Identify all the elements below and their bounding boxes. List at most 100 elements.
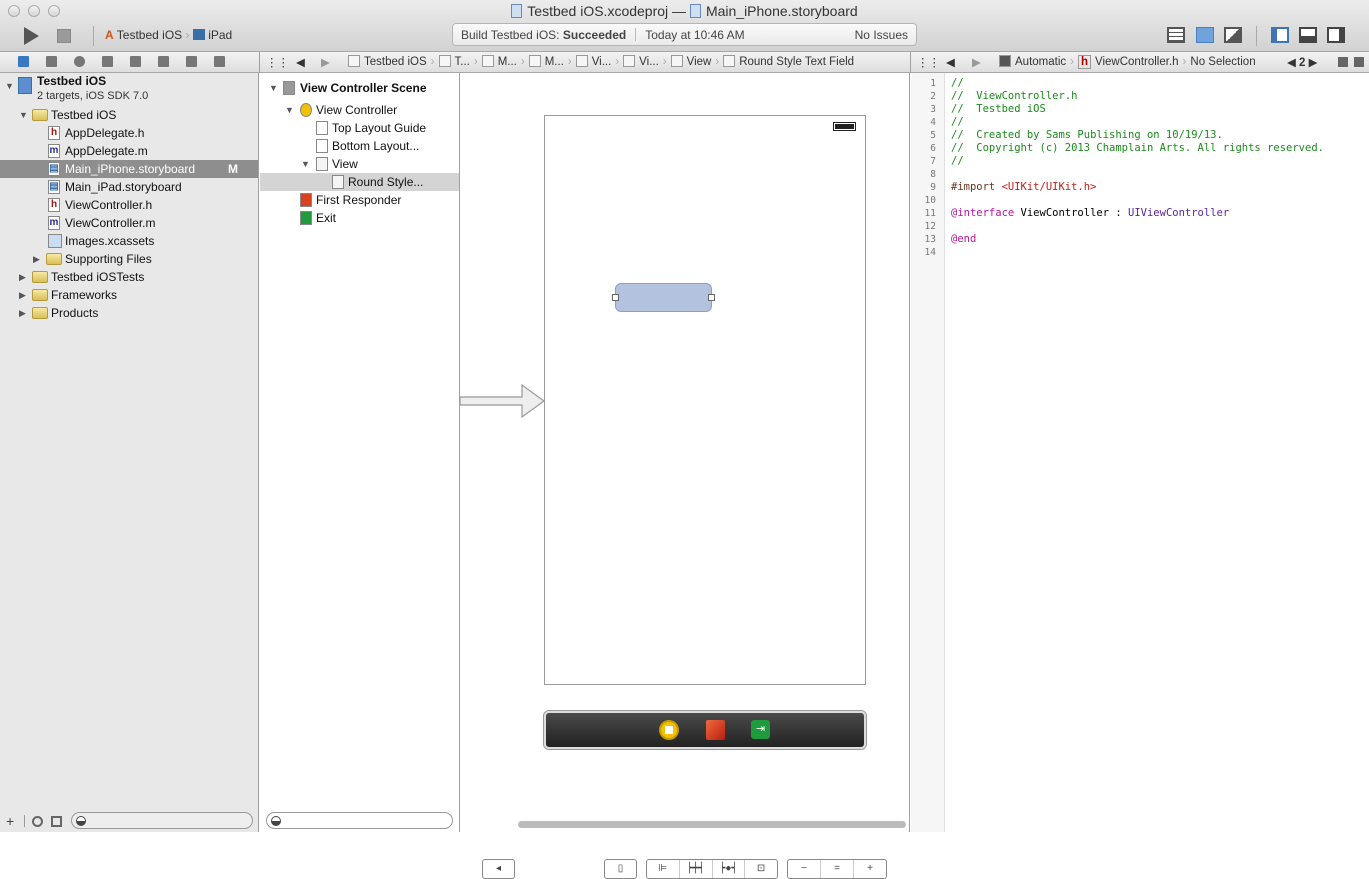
disclosure-triangle-icon[interactable]: ▼ [285,101,294,119]
navigator-item[interactable]: ▤ Main_iPhone.storyboard M [0,160,258,178]
utilities-toggle-icon[interactable] [1327,27,1345,43]
disclosure-triangle-icon[interactable]: ▶ [19,268,26,286]
first-responder-icon[interactable] [706,720,725,740]
forward-button[interactable]: ▶ [972,55,981,69]
code-line[interactable]: // [951,116,964,129]
folder-icon[interactable] [18,56,29,67]
exit-icon[interactable]: ⇥ [751,720,770,739]
assistant-editor-icon[interactable] [1196,27,1214,43]
jump-bar-item[interactable]: M... [498,56,517,68]
recent-files-icon[interactable] [32,816,43,827]
jump-bar-main[interactable]: Testbed iOS › T... › M... › M... › Vi... › Vi... › V… [348,55,854,68]
code-line[interactable]: // Created by Sams Publishing on 10/19/1… [951,129,1223,142]
jump-bar-item[interactable]: T... [455,56,470,68]
toggle-outline-button[interactable]: ◂ [482,859,515,879]
resolve-icon[interactable]: ┝●┥ [713,860,746,878]
resize-handle[interactable] [708,294,715,301]
debug-icon[interactable] [158,56,169,67]
zoom-actual-icon[interactable]: = [821,860,854,878]
standard-editor-icon[interactable] [1167,27,1185,43]
zoom-in-icon[interactable]: + [854,860,886,878]
disclosure-triangle-icon[interactable]: ▼ [19,106,28,124]
jump-bar-item[interactable]: M... [545,56,564,68]
outline-scene[interactable]: ▼ View Controller Scene [260,79,459,97]
close-editor-icon[interactable] [1354,57,1364,67]
outline-item[interactable]: Round Style... [260,173,459,191]
navigator-item[interactable]: h ViewController.h [0,196,258,214]
jump-bar-item[interactable]: Round Style Text Field [739,56,854,68]
navigator-item[interactable]: m AppDelegate.m [0,142,258,160]
disclosure-triangle-icon[interactable]: ▶ [19,286,26,304]
project-root[interactable]: ▼ Testbed iOS 2 targets, iOS SDK 7.0 [0,74,258,106]
issues-status[interactable]: No Issues [855,28,908,42]
navigator-item[interactable]: m ViewController.m [0,214,258,232]
jump-bar-item[interactable]: Vi... [592,56,612,68]
jump-bar-item[interactable]: Vi... [639,56,659,68]
related-items-icon[interactable]: ⋮⋮ [917,55,940,69]
warning-icon[interactable] [102,56,113,67]
code-line[interactable]: @interface ViewController : UIViewContro… [951,207,1229,220]
assistant-counter[interactable]: ◀ 2 ▶ [1287,55,1318,69]
navigator-item[interactable]: ▼ Testbed iOS [0,106,258,124]
code-line[interactable]: // Copyright (c) 2013 Champlain Arts. Al… [951,142,1324,155]
related-items-icon[interactable]: ⋮⋮ [266,55,289,69]
view-controller-scene[interactable] [544,115,866,685]
navigator-toggle-icon[interactable] [1271,27,1289,43]
outline-item[interactable]: Bottom Layout... [260,137,459,155]
search-icon[interactable] [74,56,85,67]
code-line[interactable]: // ViewController.h [951,90,1077,103]
disclosure-triangle-icon[interactable]: ▶ [33,250,40,268]
zoom-out-icon[interactable]: − [788,860,821,878]
navigator-item[interactable]: Images.xcassets [0,232,258,250]
back-button[interactable]: ◀ [946,55,955,69]
add-editor-icon[interactable] [1338,57,1348,67]
assistant-code-editor[interactable]: 1 2 3 4 5 6 7 8 9 10 11 12 13 14 //// ViewController.… [911,73,1369,832]
navigator-item[interactable]: h AppDelegate.h [0,124,258,142]
scheme-selector[interactable]: A Testbed iOS › iPad [105,28,232,42]
disclosure-triangle-icon[interactable]: ▶ [19,304,26,322]
breakpoint-icon[interactable] [186,56,197,67]
version-editor-icon[interactable] [1224,27,1242,43]
play-icon[interactable] [24,27,39,45]
outline-item[interactable]: Top Layout Guide [260,119,459,137]
stop-icon[interactable] [57,29,71,43]
navigator-item[interactable]: ▤ Main_iPad.storyboard [0,178,258,196]
hierarchy-icon[interactable] [46,56,57,67]
source-control-filter-icon[interactable] [51,816,62,827]
outline-item[interactable]: Exit [260,209,459,227]
layout-buttons[interactable]: ⊫ ┝┿┥ ┝●┥ ⊡ [646,859,778,879]
jump-bar-assistant[interactable]: Automatic › h ViewController.h › No Selection [999,55,1256,69]
code-line[interactable]: // [951,77,964,90]
pin-icon[interactable]: ┝┿┥ [680,860,713,878]
zoom-buttons[interactable]: − = + [787,859,887,879]
storyboard-canvas[interactable]: ⇥ ◂ ▯ ⊫ ┝┿┥ ┝●┥ ⊡ − = + [460,73,910,879]
navigator-item[interactable]: ▶ Frameworks [0,286,258,304]
add-icon[interactable]: + [6,813,14,829]
view-controller-icon[interactable] [659,720,679,740]
forward-button[interactable]: ▶ [321,55,330,69]
log-icon[interactable] [214,56,225,67]
outline-item[interactable]: ▼ View Controller [260,101,459,119]
disclosure-triangle-icon[interactable]: ▼ [5,77,14,95]
outline-item[interactable]: ▼ View [260,155,459,173]
test-icon[interactable] [130,56,141,67]
debug-area-toggle-icon[interactable] [1299,27,1317,43]
disclosure-triangle-icon[interactable]: ▼ [301,155,310,173]
navigator-item[interactable]: ▶ Testbed iOSTests [0,268,258,286]
round-style-text-field[interactable] [612,283,715,312]
code-line[interactable]: // [951,155,964,168]
jump-bar-item[interactable]: Testbed iOS [364,56,427,68]
back-button[interactable]: ◀ [296,55,305,69]
navigator-item[interactable]: ▶ Products [0,304,258,322]
code-line[interactable]: // Testbed iOS [951,103,1046,116]
code-line[interactable]: @end [951,233,976,246]
outline-item[interactable]: First Responder [260,191,459,209]
resizing-icon[interactable]: ⊡ [745,860,777,878]
simulated-metrics-button[interactable]: ▯ [604,859,637,879]
code-line[interactable]: #import <UIKit/UIKit.h> [951,181,1096,194]
navigator-item[interactable]: ▶ Supporting Files [0,250,258,268]
align-icon[interactable]: ⊫ [647,860,680,878]
jump-bar-item[interactable]: View [687,56,712,68]
resize-handle[interactable] [612,294,619,301]
navigator-filter-input[interactable] [71,812,253,829]
